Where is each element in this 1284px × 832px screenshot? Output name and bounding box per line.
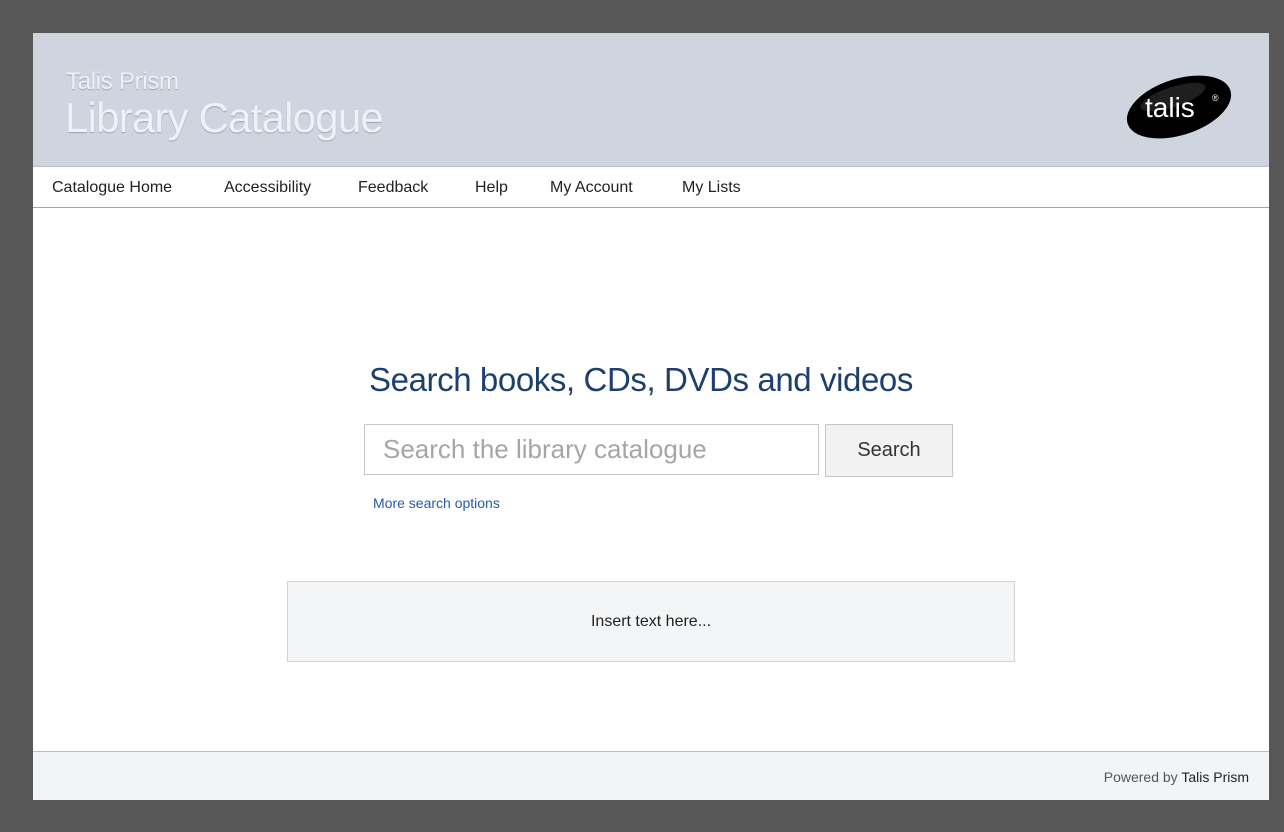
header-banner: Talis Prism Library Catalogue talis ® xyxy=(33,33,1269,167)
logo-registered-mark: ® xyxy=(1212,93,1219,103)
site-subtitle: Talis Prism xyxy=(66,68,179,95)
main-nav: Catalogue Home Accessibility Feedback He… xyxy=(33,167,1269,208)
search-button[interactable]: Search xyxy=(825,424,953,477)
more-search-options-link[interactable]: More search options xyxy=(373,495,500,511)
logo-text: talis xyxy=(1145,92,1195,123)
talis-prism-link[interactable]: Talis Prism xyxy=(1181,769,1249,785)
nav-item-my-account[interactable]: My Account xyxy=(550,179,633,197)
info-box-text: Insert text here... xyxy=(590,612,712,630)
search-input[interactable] xyxy=(364,424,819,475)
footer: Powered by Talis Prism xyxy=(33,751,1269,800)
nav-item-feedback[interactable]: Feedback xyxy=(358,179,428,197)
info-box: Insert text here... xyxy=(287,581,1015,662)
nav-item-catalogue-home[interactable]: Catalogue Home xyxy=(52,179,172,197)
talis-logo[interactable]: talis ® xyxy=(1123,73,1235,141)
site-title: Library Catalogue xyxy=(65,94,384,141)
powered-by: Powered by Talis Prism xyxy=(1104,769,1249,785)
nav-item-accessibility[interactable]: Accessibility xyxy=(224,179,311,197)
search-heading: Search books, CDs, DVDs and videos xyxy=(369,361,913,398)
page-frame: Talis Prism Library Catalogue talis ® Ca… xyxy=(33,33,1269,800)
nav-item-help[interactable]: Help xyxy=(475,179,508,197)
powered-by-prefix: Powered by xyxy=(1103,769,1182,785)
nav-item-my-lists[interactable]: My Lists xyxy=(682,179,741,197)
